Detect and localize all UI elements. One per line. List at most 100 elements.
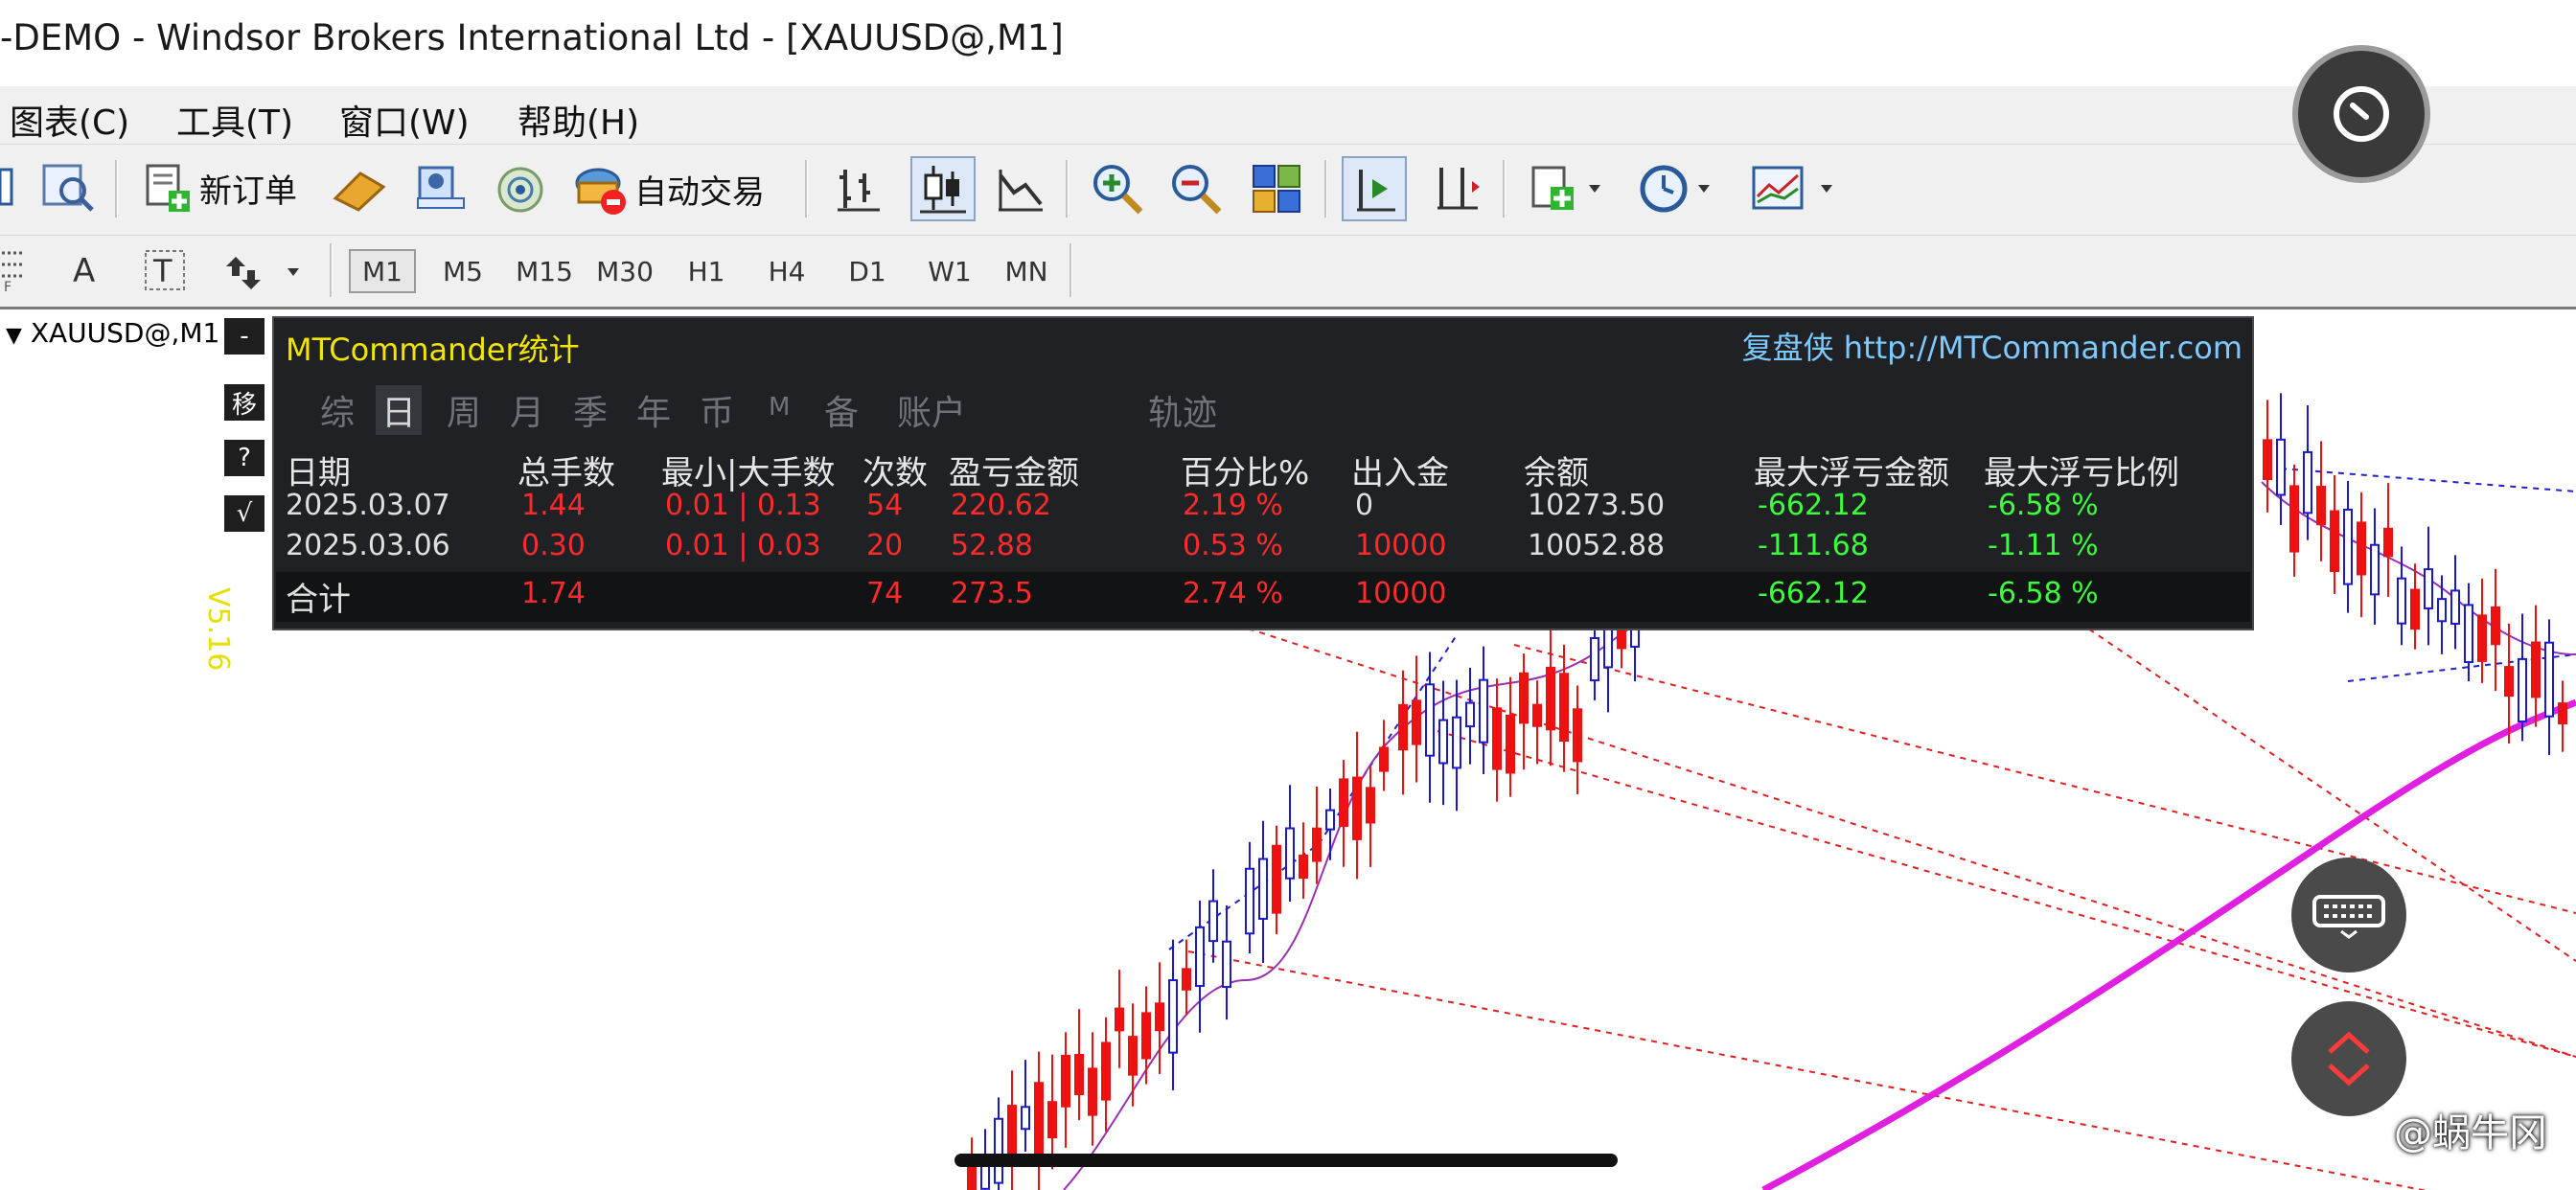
candle-body [1532, 703, 1542, 727]
header-date: 日期 [286, 454, 351, 492]
auto-trading-button[interactable]: 自动交易 [573, 162, 765, 216]
menu-help[interactable]: 帮助(H) [518, 95, 639, 145]
tab-track[interactable]: 轨迹 [1148, 385, 1217, 435]
candle-body [1272, 844, 1281, 914]
panel-minimize-button[interactable]: - [224, 318, 264, 355]
candlestick-icon [920, 166, 966, 214]
timeframe-w1[interactable]: W1 [916, 249, 983, 293]
svg-text:F: F [4, 280, 12, 293]
candle-body [1398, 703, 1408, 751]
tab-currency[interactable]: 币 [700, 385, 734, 435]
candle-body [1245, 867, 1254, 935]
trade-line [2347, 653, 2576, 682]
candle-body [1492, 707, 1502, 770]
menu-window[interactable]: 窗口(W) [339, 95, 470, 145]
row1-date: 2025.03.07 [286, 489, 450, 522]
candle-body [1573, 708, 1582, 763]
new-order-button[interactable]: 新订单 [142, 162, 297, 214]
bar-chart-icon[interactable] [836, 164, 882, 214]
tab-yearly[interactable]: 年 [636, 385, 671, 435]
data-window-icon[interactable] [40, 162, 96, 214]
header-total-lots: 总手数 [518, 454, 615, 492]
row2-pnl: 52.88 [951, 529, 1033, 562]
separator [805, 160, 808, 217]
zoom-out-icon[interactable] [1169, 162, 1223, 216]
periods-dropdown-icon[interactable] [1639, 162, 1715, 216]
mtcommander-stats-panel: MTCommander统计 复盘侠 http://MTCommander.com… [272, 316, 2254, 630]
row2-max-floating-loss: -111.68 [1758, 529, 1869, 562]
row1-max-floating-ratio: -6.58 % [1988, 489, 2099, 522]
timeframe-m15[interactable]: M15 [508, 249, 581, 293]
candle-body [1412, 699, 1421, 745]
text-tool-icon[interactable]: A [69, 251, 104, 289]
row2-date: 2025.03.06 [286, 529, 450, 562]
keyboard-button[interactable] [2291, 858, 2406, 973]
candle-body [1465, 701, 1475, 728]
row1-percent: 2.19 % [1183, 489, 1283, 522]
menu-tools[interactable]: 工具(T) [176, 95, 293, 145]
candle-body [1379, 746, 1389, 772]
timeframe-m1[interactable]: M1 [349, 249, 416, 293]
timeframe-d1[interactable]: D1 [834, 249, 901, 293]
tab-account[interactable]: 账户 [897, 385, 966, 435]
timeframe-h1[interactable]: H1 [673, 249, 740, 293]
separator [1324, 160, 1327, 217]
scroll-toggle-button[interactable] [2291, 1001, 2406, 1116]
tab-weekly[interactable]: 周 [447, 385, 481, 435]
timeframe-m5[interactable]: M5 [429, 249, 496, 293]
menu-chart[interactable]: 图表(C) [10, 95, 129, 145]
line-chart-icon[interactable] [997, 164, 1045, 214]
candlestick-toggle[interactable] [910, 156, 976, 221]
stats-link[interactable]: 复盘侠 http://MTCommander.com [1742, 324, 2242, 368]
tile-windows-icon[interactable] [1252, 164, 1301, 214]
assistive-touch-button[interactable] [2298, 51, 2425, 177]
arrows-dropdown-icon[interactable] [222, 251, 309, 291]
chart-shift-icon[interactable] [1434, 164, 1482, 214]
header-percent: 百分比% [1181, 454, 1310, 492]
chart-symbol: XAUUSD@,M1 [30, 317, 220, 349]
zoom-in-icon[interactable] [1091, 162, 1144, 216]
candle-body [1438, 719, 1448, 765]
separator [330, 243, 333, 297]
candle-body [1352, 776, 1362, 840]
timeframe-m30[interactable]: M30 [588, 249, 661, 293]
tab-daily[interactable]: 日 [376, 385, 423, 435]
indicators-dropdown-icon[interactable] [1530, 162, 1604, 216]
candle-body [967, 1162, 977, 1190]
price-chart[interactable]: ▼ XAUUSD@,M1 - 移 ? √ V5.16 MTCommander统计… [0, 309, 2576, 1190]
candle-body [2424, 568, 2433, 609]
tab-quarterly[interactable]: 季 [573, 385, 608, 435]
tab-magic[interactable]: M [769, 393, 790, 422]
tab-summary[interactable]: 综 [320, 385, 355, 435]
tab-monthly[interactable]: 月 [510, 385, 544, 435]
timeframe-mn[interactable]: MN [993, 249, 1060, 293]
terminal-signal-icon[interactable] [494, 164, 546, 216]
panel-move-button[interactable]: 移 [224, 384, 264, 421]
home-indicator[interactable] [954, 1154, 1618, 1167]
candle-body [1195, 926, 1205, 988]
market-watch-icon[interactable] [332, 166, 387, 214]
trend-line [1149, 596, 2576, 1058]
row2-min-max-lots: 0.01 | 0.03 [665, 529, 821, 562]
templates-dropdown-icon[interactable] [1752, 162, 1838, 216]
candle-body [1088, 1067, 1097, 1116]
panel-confirm-button[interactable]: √ [224, 495, 264, 532]
window-icon[interactable] [0, 166, 13, 208]
candle-body [2491, 606, 2500, 646]
panel-help-button[interactable]: ? [224, 440, 264, 476]
total-count: 74 [866, 577, 904, 610]
candle-body [2343, 508, 2353, 585]
candle-body [2357, 521, 2366, 576]
candle-body [1115, 1007, 1124, 1032]
auto-scroll-toggle[interactable] [1342, 156, 1407, 221]
total-percent: 2.74 % [1183, 577, 1283, 610]
navigator-icon[interactable] [414, 162, 468, 214]
tab-notes[interactable]: 备 [824, 385, 859, 435]
header-max-floating-ratio: 最大浮亏比例 [1984, 454, 2179, 492]
candle-body [2316, 486, 2326, 526]
candle-body [2450, 589, 2460, 625]
text-label-icon[interactable]: T [144, 249, 186, 291]
timeframe-h4[interactable]: H4 [753, 249, 820, 293]
row2-count: 20 [866, 529, 904, 562]
svg-text:A: A [73, 252, 95, 289]
